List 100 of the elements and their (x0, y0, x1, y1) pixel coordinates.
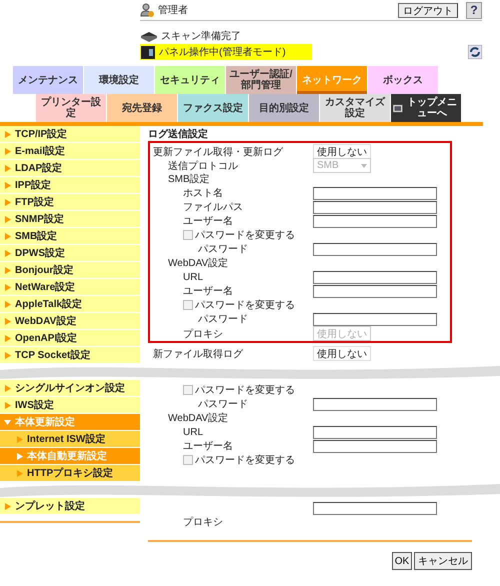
right-triangle-icon (4, 164, 11, 172)
field-label: パスワード (198, 398, 248, 411)
right-triangle-icon (4, 352, 11, 358)
right-triangle-icon (4, 182, 11, 188)
right-triangle-icon (4, 384, 11, 392)
text-field[interactable] (313, 426, 437, 438)
sidebar-item[interactable]: IPP設定 (0, 177, 140, 194)
nav-tab[interactable]: ボックス (368, 66, 439, 94)
sidebar-item[interactable]: SMB設定 (0, 228, 140, 245)
sidebar-subitem[interactable]: Internet ISW設定 (0, 431, 140, 448)
nav-tab[interactable]: 環境設定 (84, 66, 155, 94)
right-triangle-icon (4, 250, 11, 256)
right-triangle-icon (4, 216, 11, 222)
cancel-button[interactable]: キャンセル (414, 552, 472, 570)
sub-tab[interactable]: ファクス設定 (178, 94, 249, 122)
caret-icon (361, 164, 367, 168)
right-triangle-icon (4, 502, 11, 510)
text-field[interactable] (313, 214, 437, 228)
field-label: パスワード (198, 313, 248, 326)
text-field[interactable] (313, 440, 437, 452)
right-triangle-icon (4, 232, 11, 240)
field-label: WebDAV設定 (168, 412, 228, 425)
field-label: パスワード (198, 243, 248, 256)
sub-tab[interactable]: プリンター設定 (36, 94, 107, 122)
text-field[interactable] (313, 398, 437, 410)
nav-tab[interactable]: メンテナンス (13, 66, 84, 94)
field-label: プロキシ (183, 516, 223, 529)
sidebar-item[interactable]: AppleTalk設定 (0, 296, 140, 313)
right-triangle-icon (16, 436, 23, 442)
field-label: ファイルパス (183, 201, 243, 214)
page-title: ログ送信設定 (148, 127, 209, 141)
sub-tab[interactable]: 目的別設定 (249, 94, 320, 122)
sidebar-item[interactable]: OpenAPI設定 (0, 330, 140, 347)
field-label: ユーザー名 (183, 215, 233, 228)
sidebar-item[interactable]: TCP Socket設定 (0, 347, 140, 364)
sidebar-item[interactable]: IWS設定 (0, 397, 140, 414)
sidebar-item[interactable]: DPWS設定 (0, 245, 140, 262)
help-button[interactable]: ? (466, 2, 482, 18)
right-triangle-icon (4, 300, 11, 308)
text-field[interactable] (313, 270, 437, 284)
field-label: URL (183, 272, 204, 282)
status-text: スキャン準備完了 (161, 30, 241, 43)
sidebar-item[interactable]: WebDAV設定 (0, 313, 140, 330)
right-triangle-icon (4, 266, 11, 274)
text-field[interactable] (313, 312, 437, 326)
right-triangle-icon (4, 130, 11, 138)
sub-tab[interactable]: カスタマイズ設定 (320, 94, 391, 122)
field-label: 送信プロトコル (168, 160, 238, 172)
field-label: ホスト名 (183, 187, 223, 200)
sub-tab[interactable]: 宛先登録 (107, 94, 178, 122)
field-label: パスワードを変更する (195, 228, 295, 242)
printer-icon (140, 44, 156, 60)
field-label: ユーザー名 (183, 285, 233, 298)
text-field[interactable] (313, 502, 437, 514)
top-menu-button[interactable]: トップメニューへ (391, 94, 462, 122)
right-triangle-icon (4, 148, 11, 154)
down-triangle-icon (4, 418, 11, 426)
right-triangle-icon (4, 402, 11, 408)
scanner-icon (140, 30, 158, 42)
sidebar-item[interactable]: シングルサインオン設定 (0, 380, 140, 397)
right-triangle-icon (4, 334, 11, 342)
sidebar-item[interactable]: FTP設定 (0, 194, 140, 211)
field-label: 新ファイル取得ログ (153, 348, 243, 360)
dropdown[interactable]: 使用しない (313, 144, 371, 159)
user-name: 管理者 (158, 4, 188, 17)
right-triangle-icon (4, 318, 11, 324)
dropdown[interactable]: 使用しない (313, 346, 371, 361)
text-field[interactable] (313, 242, 437, 256)
screen-icon (393, 102, 403, 114)
field-label: パスワードを変更する (195, 454, 295, 467)
sidebar-item[interactable]: Bonjour設定 (0, 262, 140, 279)
sidebar-item[interactable]: NetWare設定 (0, 279, 140, 296)
text-field[interactable] (313, 284, 437, 298)
sidebar-item[interactable]: TCP/IP設定 (0, 126, 140, 143)
refresh-icon[interactable] (468, 45, 482, 59)
nav-tab[interactable]: ユーザー認証/部門管理 (226, 66, 297, 94)
right-triangle-icon (16, 470, 23, 476)
field-label: 更新ファイル取得・更新ログ (153, 146, 283, 158)
right-triangle-icon (4, 198, 11, 206)
right-triangle-icon (16, 452, 23, 460)
nav-tab[interactable]: セキュリティ (155, 66, 226, 94)
panel-status-bar: パネル操作中(管理者モード) (140, 44, 312, 60)
field-label: パスワードを変更する (195, 384, 295, 397)
ok-button[interactable]: OK (392, 552, 412, 570)
field-label: WebDAV設定 (168, 256, 228, 270)
logout-button[interactable]: ログアウト (398, 2, 458, 18)
user-icon (140, 3, 154, 17)
sidebar-item[interactable]: LDAP設定 (0, 160, 140, 177)
field-label: プロキシ (183, 328, 223, 340)
text-field[interactable] (313, 200, 437, 214)
sidebar-item[interactable]: SNMP設定 (0, 211, 140, 228)
field-label: ユーザー名 (183, 440, 233, 453)
field-label: パスワードを変更する (195, 298, 295, 312)
text-field[interactable] (313, 186, 437, 200)
field-label: URL (183, 426, 204, 438)
field-label: SMB設定 (168, 172, 210, 186)
right-triangle-icon (4, 284, 11, 290)
sidebar-item[interactable]: ンプレット設定 (0, 498, 140, 515)
sidebar-item[interactable]: E-mail設定 (0, 143, 140, 160)
sidebar-subitem[interactable]: HTTPプロキシ設定 (0, 465, 140, 482)
